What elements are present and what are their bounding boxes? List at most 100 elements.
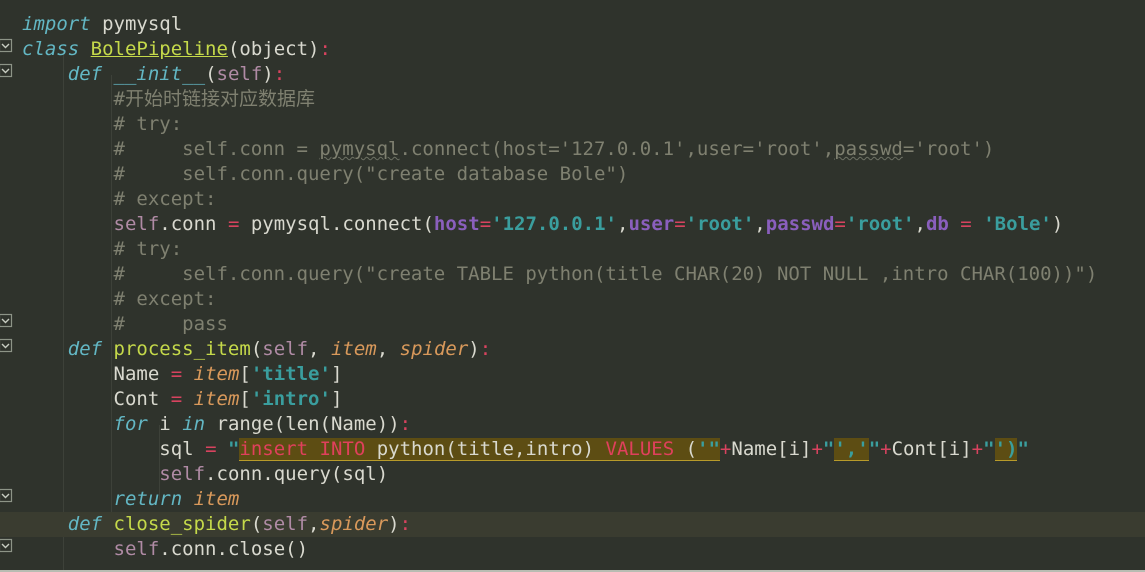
code-line-current[interactable]: def close_spider(self,spider): — [0, 512, 1145, 537]
token-paren: () — [285, 538, 309, 560]
token-var-i: i — [159, 413, 171, 435]
code-line[interactable]: # except: — [0, 187, 1145, 212]
token-operator-assign: = — [170, 363, 183, 385]
code-line[interactable]: # except: — [0, 287, 1145, 312]
code-line[interactable]: import pymysql — [0, 12, 1145, 37]
token-keyword-def: def — [67, 63, 103, 85]
token-sql-values: VALUES — [605, 438, 675, 461]
token-string-quote: " — [227, 438, 240, 460]
token-comma: , — [308, 338, 320, 360]
code-line[interactable]: # pass — [0, 312, 1145, 337]
code-line[interactable]: #开始时链接对应数据库 — [0, 87, 1145, 112]
code-line[interactable]: # self.conn = pymysql.connect(host='127.… — [0, 137, 1145, 162]
token-string-fragment: '" — [697, 438, 720, 461]
code-line[interactable]: # try: — [0, 112, 1145, 137]
token-operator-assign: = — [960, 213, 972, 235]
code-line[interactable]: # self.conn.query("create TABLE python(t… — [0, 262, 1145, 287]
token-operator-assign: = — [205, 438, 217, 460]
token-kwarg-host: host — [433, 213, 480, 235]
token-operator-concat: + — [971, 438, 984, 460]
token-param-spider: spider — [319, 513, 389, 535]
code-line[interactable]: def process_item(self, item, spider): — [0, 337, 1145, 362]
token-comment: # pass — [113, 313, 228, 335]
code-line[interactable]: for i in range(len(Name)): — [0, 412, 1145, 437]
token-dot: . — [159, 213, 171, 235]
token-paren: ( — [422, 213, 434, 235]
token-bracket: [ — [239, 388, 251, 410]
token-param-item: item — [193, 388, 240, 410]
token-kwarg-user: user — [628, 213, 675, 235]
token-self: self — [216, 63, 263, 85]
token-keyword-in: in — [182, 413, 206, 435]
token-param-item: item — [193, 363, 240, 385]
code-line[interactable]: # try: — [0, 237, 1145, 262]
code-line[interactable]: class BolePipeline(object): — [0, 37, 1145, 62]
token-comma: , — [376, 338, 389, 360]
code-line[interactable]: self.conn.close() — [0, 537, 1145, 562]
token-dot: . — [330, 213, 343, 235]
code-content: import pymysql class BolePipeline(object… — [0, 0, 1145, 572]
token-string-passwd: 'root' — [845, 213, 915, 235]
token-comment-typo: passwd — [834, 138, 903, 160]
token-dot: . — [216, 538, 228, 560]
token-var-cont-index: Cont[i] — [891, 438, 972, 460]
token-comment: # self.conn = — [113, 138, 320, 160]
code-line[interactable]: # self.conn.query("create database Bole"… — [0, 162, 1145, 187]
token-self: self — [262, 338, 309, 360]
token-string-quote: " — [868, 438, 881, 460]
code-line[interactable]: return item — [0, 487, 1145, 512]
token-attr-conn: conn — [216, 463, 263, 485]
token-keyword-import: import — [22, 13, 91, 35]
token-string-intro: 'intro' — [250, 388, 331, 410]
token-paren: ( — [250, 338, 263, 360]
token-operator-assign: = — [227, 213, 240, 235]
code-editor[interactable]: import pymysql class BolePipeline(object… — [0, 0, 1145, 572]
token-operator-assign: = — [479, 213, 492, 235]
token-operator-assign: = — [170, 388, 183, 410]
code-line[interactable]: self.conn.query(sql) — [0, 462, 1145, 487]
token-comma: , — [914, 213, 926, 235]
token-attr-conn: conn — [170, 213, 217, 235]
token-operator-concat: + — [880, 438, 892, 460]
token-var-cont: Cont — [113, 388, 160, 410]
token-comment: .connect(host='127.0.0.1',user='root', — [399, 138, 835, 160]
token-operator-assign: = — [674, 213, 686, 235]
token-module-name: pymysql — [90, 13, 183, 35]
token-comment: # except: — [113, 288, 217, 310]
token-string-host: '127.0.0.1' — [491, 213, 617, 235]
token-comma: , — [754, 213, 766, 235]
code-line[interactable]: Name = item['title'] — [0, 362, 1145, 387]
token-colon: : — [399, 513, 412, 535]
token-bracket: [ — [239, 363, 251, 385]
token-string-fragment: ') — [994, 438, 1018, 461]
token-paren: ( — [273, 413, 286, 435]
token-paren: )) — [376, 413, 400, 435]
token-paren: ( — [330, 463, 343, 485]
token-paren: ) — [262, 63, 274, 85]
token-paren: ( — [205, 63, 217, 85]
code-line[interactable]: def __init__(self): — [0, 62, 1145, 87]
token-param-spider: spider — [399, 338, 469, 360]
code-line[interactable]: Cont = item['intro'] — [0, 387, 1145, 412]
token-keyword-for: for — [113, 413, 148, 435]
token-self: self — [262, 513, 309, 535]
code-line[interactable]: self.conn = pymysql.connect(host='127.0.… — [0, 212, 1145, 237]
code-line[interactable]: sql = "insert INTO python(title,intro) V… — [0, 437, 1145, 462]
